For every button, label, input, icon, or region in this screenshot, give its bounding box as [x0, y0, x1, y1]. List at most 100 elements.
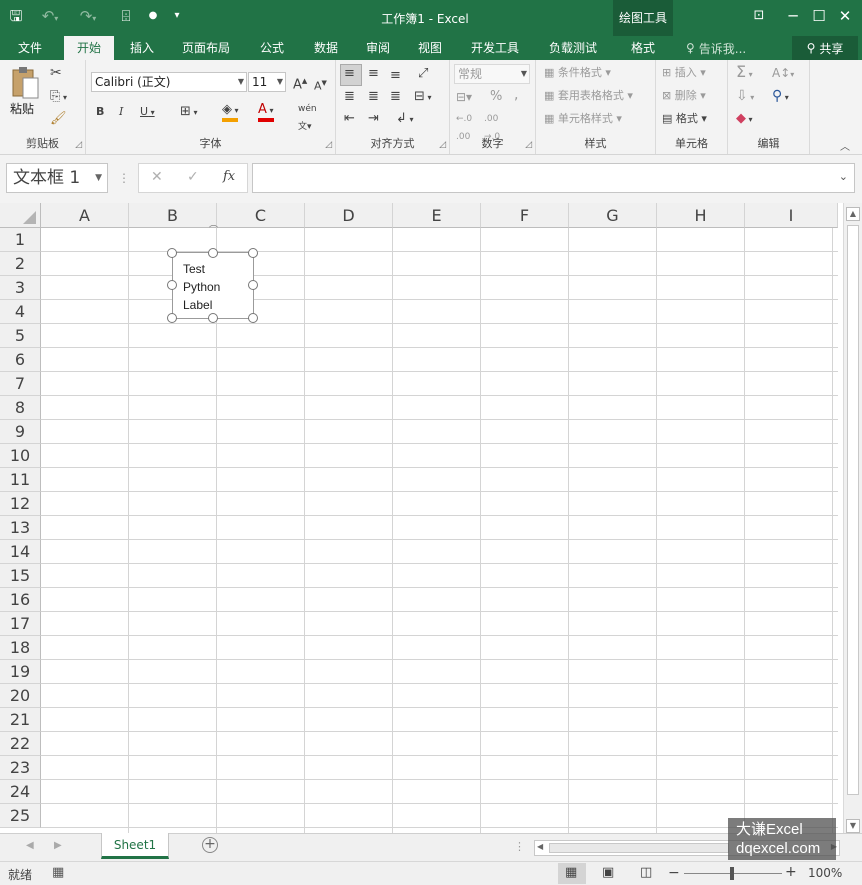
tab-file[interactable]: 文件 [8, 36, 52, 60]
tab-split-grip-icon[interactable]: ⋮ [514, 840, 525, 853]
orientation-icon[interactable]: ⤢ [418, 65, 428, 83]
number-launcher-icon[interactable]: ◿ [525, 140, 532, 150]
row-header[interactable]: 11 [0, 468, 41, 492]
tab-review[interactable]: 审阅 [356, 36, 400, 60]
row-header[interactable]: 15 [0, 564, 41, 588]
row-header[interactable]: 25 [0, 804, 41, 828]
column-header[interactable]: H [657, 203, 745, 228]
align-right-icon[interactable]: ≣ [390, 88, 401, 106]
resize-handle-bottom-left[interactable] [167, 313, 177, 323]
vertical-scrollbar[interactable]: ▲ ▼ [843, 203, 862, 833]
resize-handle-bottom-right[interactable] [248, 313, 258, 323]
cell-styles-button[interactable]: ▦ 单元格样式 ▾ [544, 110, 622, 128]
macro-record-icon[interactable]: ▦ [52, 865, 64, 880]
tab-format[interactable]: 格式 [614, 36, 672, 60]
cell-grid[interactable] [41, 228, 838, 833]
column-header[interactable]: F [481, 203, 569, 228]
autosum-icon[interactable]: Σ ▾ [736, 63, 753, 84]
row-header[interactable]: 5 [0, 324, 41, 348]
text-box-shape[interactable]: Test Python Label [172, 252, 254, 319]
column-header[interactable]: D [305, 203, 393, 228]
zoom-level[interactable]: 100% [808, 866, 842, 880]
decrease-indent-icon[interactable]: ⇤ [344, 110, 355, 128]
sheet-tab-sheet1[interactable]: Sheet1 [101, 833, 169, 859]
merge-center-icon[interactable]: ⊟ ▾ [414, 88, 431, 107]
row-header[interactable]: 10 [0, 444, 41, 468]
cancel-icon[interactable]: ✕ [151, 169, 163, 185]
row-header[interactable]: 3 [0, 276, 41, 300]
wrap-text-icon[interactable]: ↲ ▾ [396, 110, 413, 129]
next-sheet-icon[interactable]: ▶ [54, 840, 62, 851]
customize-qat-icon[interactable]: ▾ [170, 6, 184, 26]
minimize-icon[interactable]: ─ [782, 6, 804, 26]
page-break-view-icon[interactable]: ◫ [640, 865, 652, 880]
zoom-in-icon[interactable]: + [785, 864, 797, 880]
scroll-up-icon[interactable]: ▲ [846, 207, 860, 221]
cut-icon[interactable]: ✂ [50, 64, 62, 82]
font-size-select[interactable]: 11 ▼ [248, 72, 286, 92]
redo-icon[interactable]: ↷▾ [74, 6, 102, 29]
bold-button[interactable]: B [96, 103, 104, 121]
column-header[interactable]: E [393, 203, 481, 228]
row-header[interactable]: 23 [0, 756, 41, 780]
tab-insert[interactable]: 插入 [120, 36, 164, 60]
row-header[interactable]: 21 [0, 708, 41, 732]
borders-icon[interactable]: ⊞ ▾ [180, 103, 197, 122]
resize-handle-bottom[interactable] [208, 313, 218, 323]
tab-developer[interactable]: 开发工具 [462, 36, 528, 60]
resize-handle-top[interactable] [208, 248, 218, 258]
column-header[interactable]: A [41, 203, 129, 228]
grow-font-button[interactable]: A▲ [293, 72, 307, 94]
insert-function-icon[interactable]: fx [223, 169, 235, 184]
tab-data[interactable]: 数据 [304, 36, 348, 60]
clipboard-launcher-icon[interactable]: ◿ [75, 140, 82, 150]
column-header[interactable]: C [217, 203, 305, 228]
row-header[interactable]: 1 [0, 228, 41, 252]
fill-icon[interactable]: ⇩ ▾ [736, 87, 754, 107]
align-bottom-icon[interactable]: ≡ [390, 67, 401, 85]
row-header[interactable]: 20 [0, 684, 41, 708]
font-color-icon[interactable]: A ▾ [258, 101, 274, 122]
align-middle-icon[interactable]: ≡ [368, 65, 379, 83]
align-left-icon[interactable]: ≣ [344, 88, 355, 106]
alignment-launcher-icon[interactable]: ◿ [439, 140, 446, 150]
undo-icon[interactable]: ↶▾ [36, 6, 64, 29]
font-launcher-icon[interactable]: ◿ [325, 140, 332, 150]
resize-handle-left[interactable] [167, 280, 177, 290]
number-format-select[interactable]: 常规 ▼ [454, 64, 530, 84]
formula-input[interactable]: ⌄ [252, 163, 855, 193]
row-header[interactable]: 22 [0, 732, 41, 756]
format-painter-icon[interactable]: 🖌 [50, 110, 67, 128]
fill-color-icon[interactable]: ◈ ▾ [222, 101, 239, 122]
resize-handle-right[interactable] [248, 280, 258, 290]
column-header[interactable]: B [129, 203, 217, 228]
row-header[interactable]: 24 [0, 780, 41, 804]
row-header[interactable]: 12 [0, 492, 41, 516]
italic-button[interactable]: I [119, 103, 123, 121]
accounting-icon[interactable]: ⊟▾ [456, 88, 472, 106]
row-header[interactable]: 16 [0, 588, 41, 612]
row-header[interactable]: 18 [0, 636, 41, 660]
row-header[interactable]: 8 [0, 396, 41, 420]
sort-filter-icon[interactable]: A↕▾ [772, 64, 794, 84]
row-header[interactable]: 17 [0, 612, 41, 636]
tab-load-test[interactable]: 负载测试 [538, 36, 608, 60]
format-cells-button[interactable]: ▤ 格式 ▾ [662, 110, 707, 128]
ribbon-display-icon[interactable]: ⊡ [748, 6, 770, 26]
align-center-icon[interactable]: ≣ [368, 88, 379, 106]
save-icon[interactable]: 🖫 [6, 6, 26, 26]
comma-button[interactable]: , [514, 86, 518, 104]
enter-icon[interactable]: ✓ [187, 169, 199, 185]
percent-button[interactable]: % [490, 88, 502, 106]
resize-handle-top-right[interactable] [248, 248, 258, 258]
maximize-icon[interactable]: ☐ [808, 6, 830, 26]
paste-label[interactable]: 粘贴 [10, 100, 34, 117]
underline-button[interactable]: U ▾ [140, 103, 155, 122]
insert-cells-button[interactable]: ⊞ 插入 ▾ [662, 64, 706, 82]
row-header[interactable]: 2 [0, 252, 41, 276]
tab-formulas[interactable]: 公式 [250, 36, 294, 60]
collapse-ribbon-icon[interactable]: ︿ [840, 138, 850, 153]
close-icon[interactable]: ✕ [834, 6, 856, 26]
page-layout-view-icon[interactable]: ▣ [602, 865, 614, 880]
phonetic-icon[interactable]: wén 文▾ [298, 100, 317, 136]
